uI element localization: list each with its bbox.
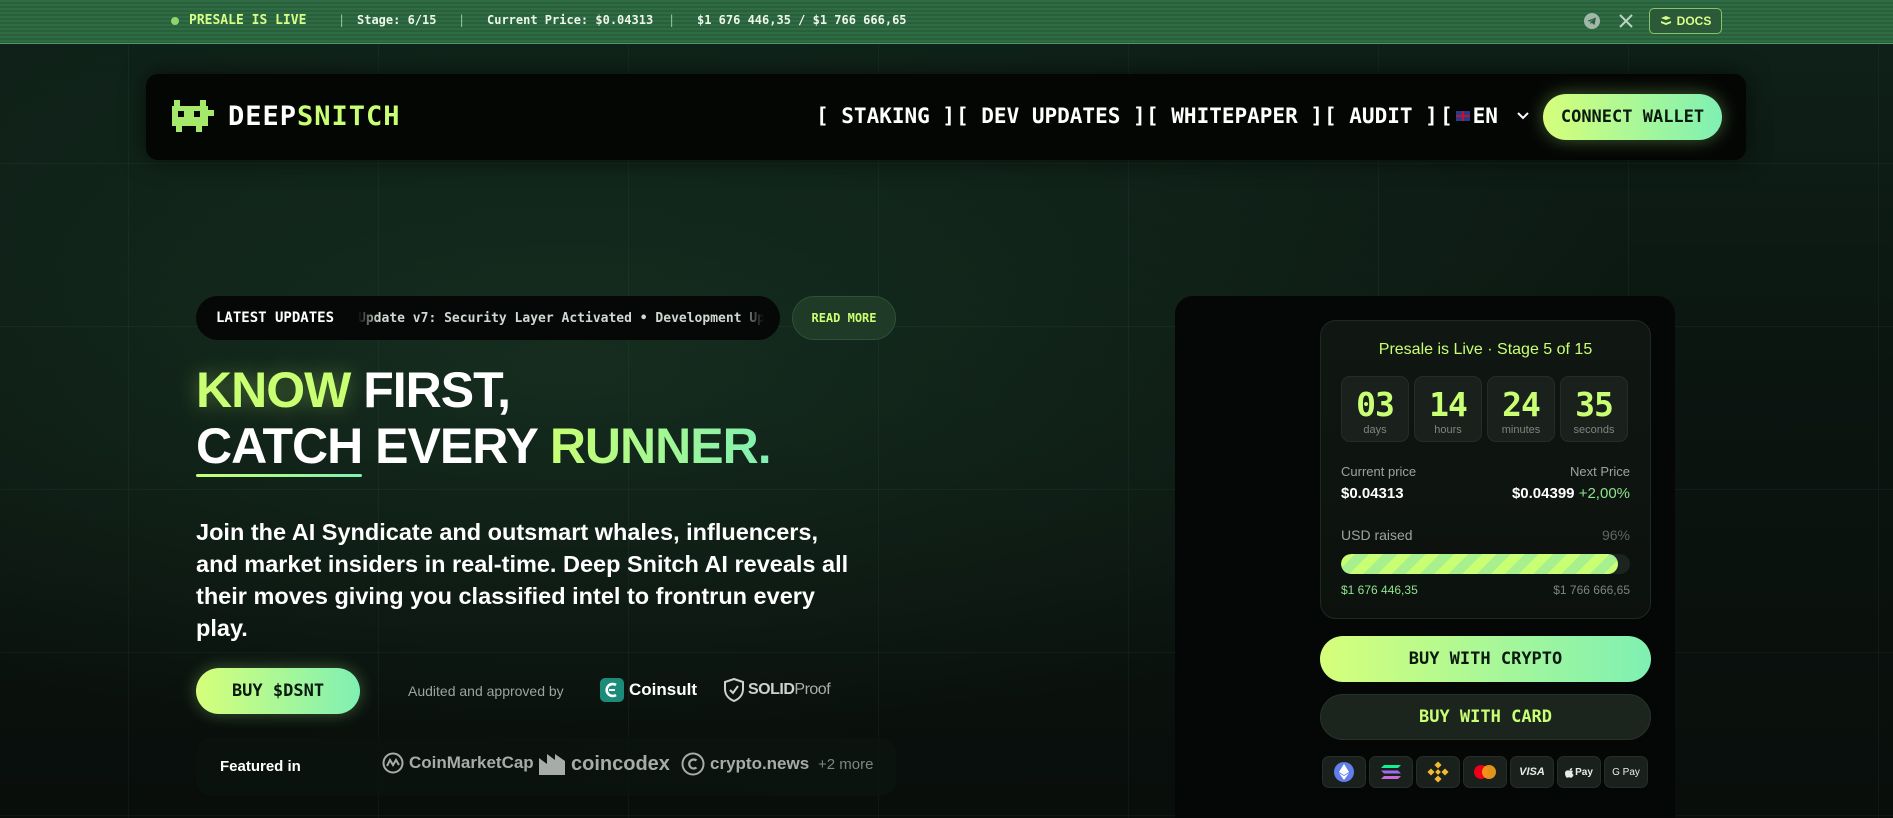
next-price-label: Next Price: [1570, 464, 1630, 479]
more-media-text[interactable]: +2 more: [818, 756, 873, 773]
live-indicator-icon: [171, 17, 179, 25]
coinmarketcap-logo[interactable]: CoinMarketCap: [382, 752, 534, 774]
presale-status-bar: PRESALE IS LIVE | Stage: 6/15 | Current …: [0, 0, 1893, 44]
crypto-news-logo[interactable]: crypto.news: [681, 752, 809, 776]
google-pay-icon[interactable]: G Pay: [1604, 756, 1648, 788]
ethereum-icon[interactable]: [1322, 756, 1366, 788]
solana-icon[interactable]: [1369, 756, 1413, 788]
connect-wallet-button[interactable]: CONNECT WALLET: [1543, 94, 1722, 140]
next-price-change: +2,00%: [1578, 485, 1630, 502]
coinsult-logo[interactable]: Coinsult: [600, 678, 697, 702]
current-price-text: Current Price: $0.04313: [487, 13, 654, 27]
current-price-value: $0.04313: [1341, 485, 1404, 502]
book-icon: [1660, 16, 1671, 25]
coinsult-icon: [600, 678, 624, 702]
solidproof-logo[interactable]: SOLIDProof: [724, 678, 831, 702]
latest-updates-bar: LATEST UPDATES Update v7: Security Layer…: [196, 296, 780, 340]
divider: |: [458, 13, 466, 27]
raised-progress-bar: [1341, 554, 1630, 574]
presale-stage-title: Presale is Live · Stage 5 of 15: [1378, 341, 1593, 358]
logo[interactable]: DEEPSNITCH: [170, 98, 401, 134]
raised-amount: $1 676 446,35: [1341, 583, 1418, 597]
nav-link-whitepaper[interactable]: [ WHITEPAPER ]: [1146, 104, 1323, 128]
nav-link-dev-updates[interactable]: [ DEV UPDATES ]: [956, 104, 1146, 128]
apple-pay-icon[interactable]: Pay: [1557, 756, 1601, 788]
raised-percent: 96%: [1601, 527, 1630, 543]
nav-link-staking[interactable]: [ STAKING ]: [816, 104, 955, 128]
coinmarketcap-icon: [382, 752, 404, 774]
mastercard-icon[interactable]: [1463, 756, 1507, 788]
current-price-label: Current price: [1341, 464, 1417, 479]
coincodex-logo[interactable]: coincodex: [538, 752, 670, 776]
buy-with-card-button[interactable]: BUY WITH CARD: [1320, 694, 1651, 740]
next-price-value: $0.04399 +2,00%: [1511, 485, 1630, 502]
main-navigation: DEEPSNITCH [ STAKING ] [ DEV UPDATES ] […: [146, 74, 1746, 160]
bnb-icon[interactable]: [1416, 756, 1460, 788]
raised-text: $1 676 446,35 / $1 766 666,65: [697, 13, 907, 27]
presale-card: Presale is Live · Stage 5 of 15 03 days 1…: [1320, 320, 1651, 619]
crypto-news-icon: [681, 752, 705, 776]
raised-progress-fill: [1341, 554, 1619, 574]
docs-button[interactable]: DOCS: [1649, 8, 1722, 34]
uk-flag-icon: [1455, 111, 1470, 121]
latest-updates-label: LATEST UPDATES: [216, 310, 335, 326]
telegram-icon[interactable]: [1583, 12, 1601, 30]
divider: |: [668, 13, 676, 27]
buy-dsnt-button[interactable]: BUY $DSNT: [196, 668, 360, 714]
language-selector[interactable]: [EN: [1440, 104, 1529, 128]
featured-in-bar: Featured in CoinMarketCap coincodex cryp…: [196, 738, 896, 796]
countdown-minutes: 24 minutes: [1487, 376, 1555, 442]
featured-label: Featured in: [220, 758, 301, 775]
stage-text: Stage: 6/15: [357, 13, 437, 27]
usd-raised-label: USD raised: [1341, 527, 1413, 543]
chevron-down-icon: [1516, 112, 1529, 120]
audited-text: Audited and approved by: [408, 683, 564, 699]
x-twitter-icon[interactable]: [1617, 12, 1635, 30]
read-more-button[interactable]: READ MORE: [792, 296, 896, 340]
logo-mascot-icon: [172, 100, 214, 132]
presale-live-text: PRESALE IS LIVE: [189, 13, 307, 28]
countdown-seconds: 35 seconds: [1560, 376, 1628, 442]
hero-headline: KNOW FIRST, CATCH EVERY RUNNER.: [196, 362, 772, 477]
hero-subtitle: Join the AI Syndicate and outsmart whale…: [196, 519, 849, 641]
coincodex-icon: [539, 754, 565, 775]
docs-label: DOCS: [1676, 14, 1712, 28]
logo-text: DEEPSNITCH: [228, 100, 401, 132]
nav-link-audit[interactable]: [ AUDIT ]: [1324, 104, 1438, 128]
shield-icon: [724, 678, 744, 702]
raised-target: $1 766 666,65: [1553, 583, 1630, 597]
updates-ticker[interactable]: Update v7: Security Layer Activated • De…: [358, 311, 764, 326]
buy-with-crypto-button[interactable]: BUY WITH CRYPTO: [1320, 636, 1651, 682]
visa-icon[interactable]: VISA: [1510, 756, 1554, 788]
countdown-hours: 14 hours: [1414, 376, 1482, 442]
divider: |: [338, 13, 346, 27]
countdown-days: 03 days: [1341, 376, 1409, 442]
